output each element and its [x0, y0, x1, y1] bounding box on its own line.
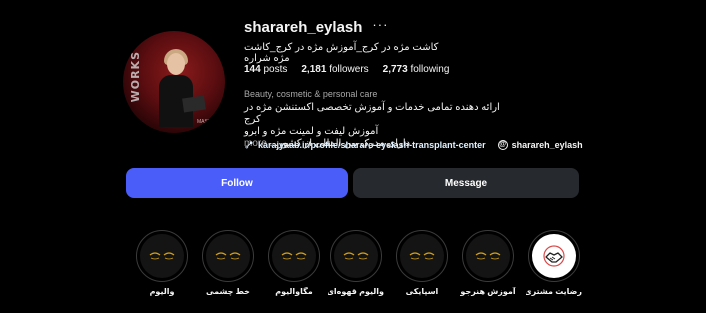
eyelash-icon [149, 252, 175, 260]
username-row: sharareh_eylash ··· [244, 17, 388, 36]
highlight-cover [466, 234, 510, 278]
eyelash-icon [409, 252, 435, 260]
posts-count: 144 [244, 64, 261, 75]
highlight-label: آموزش هنرجو [460, 287, 516, 296]
highlight-item[interactable]: رضایت مشتری [526, 230, 582, 296]
highlight-cover [140, 234, 184, 278]
followers-label: followers [329, 64, 369, 75]
highlight-label: والیوم قهوه‌ای... [328, 287, 384, 296]
highlight-ring [268, 230, 320, 282]
link-row: ⊶ karajyaab.ir/profile/sharare-eyelash-t… [241, 137, 583, 153]
eyelash-icon [475, 252, 501, 260]
highlight-label: والیوم [149, 287, 175, 296]
profile-category: Beauty, cosmetic & personal care [244, 89, 378, 99]
highlight-label: اسپایکی [405, 287, 439, 296]
highlight-item[interactable]: والیوم [134, 230, 190, 296]
threads-handle: sharareh_eylash [511, 140, 583, 150]
highlight-ring [202, 230, 254, 282]
highlight-item[interactable]: خط چشمی [200, 230, 256, 296]
profile-name: کاشت مژه در کرج_آموزش مژه در کرج_کاشت مژ… [244, 42, 454, 64]
highlight-item[interactable]: آموزش هنرجو [460, 230, 516, 296]
link-icon: ⊶ [241, 137, 257, 153]
avatar-book [182, 95, 206, 113]
following-stat[interactable]: 2,773 following [383, 64, 450, 75]
eyelash-icon [215, 252, 241, 260]
avatar-footer-text: MASTER [197, 119, 218, 125]
bio-line: آموزش لیفت و لمینت مژه و ابرو [244, 126, 379, 137]
profile-stats: 144 posts 2,181 followers 2,773 followin… [244, 64, 463, 75]
highlight-cover [532, 234, 576, 278]
following-label: following [410, 64, 450, 75]
avatar-side-text: WORKS [129, 51, 142, 103]
highlight-ring [528, 230, 580, 282]
highlight-label: مگاوالیوم [275, 287, 313, 296]
posts-label: posts [263, 64, 288, 75]
avatar-person-head [167, 53, 185, 75]
eyelash-icon [281, 252, 307, 260]
followers-count: 2,181 [301, 64, 327, 75]
highlight-ring [396, 230, 448, 282]
highlight-cover [206, 234, 250, 278]
handshake-icon [543, 245, 565, 267]
eyelash-icon [343, 252, 369, 260]
highlight-item[interactable]: والیوم قهوه‌ای... [328, 230, 384, 296]
profile-website-link[interactable]: karajyaab.ir/profile/sharare-eyelash-tra… [258, 140, 486, 150]
highlight-item[interactable]: اسپایکی [394, 230, 450, 296]
threads-icon: @ [497, 140, 508, 150]
highlight-label: خط چشمی [206, 287, 250, 296]
threads-badge[interactable]: @ sharareh_eylash [497, 140, 583, 150]
highlight-ring [330, 230, 382, 282]
highlight-cover [272, 234, 316, 278]
bio-line: ارائه دهنده تمامی خدمات و آموزش تخصصی اک… [244, 102, 500, 125]
username: sharareh_eylash [244, 19, 363, 36]
profile-avatar[interactable]: WORKS MASTER [123, 31, 225, 133]
followers-stat[interactable]: 2,181 followers [301, 64, 368, 75]
highlight-cover [334, 234, 378, 278]
posts-stat[interactable]: 144 posts [244, 64, 287, 75]
profile-name-text: کاشت مژه در کرج_آموزش مژه در کرج_کاشت مژ… [244, 42, 439, 64]
following-count: 2,773 [382, 64, 408, 75]
highlight-cover [400, 234, 444, 278]
highlight-item[interactable]: مگاوالیوم [266, 230, 322, 296]
ellipsis-icon[interactable]: ··· [372, 17, 388, 32]
follow-button[interactable]: Follow [126, 168, 348, 198]
highlight-ring [136, 230, 188, 282]
highlight-label: رضایت مشتری [526, 287, 582, 296]
highlight-ring [462, 230, 514, 282]
message-button[interactable]: Message [353, 168, 579, 198]
